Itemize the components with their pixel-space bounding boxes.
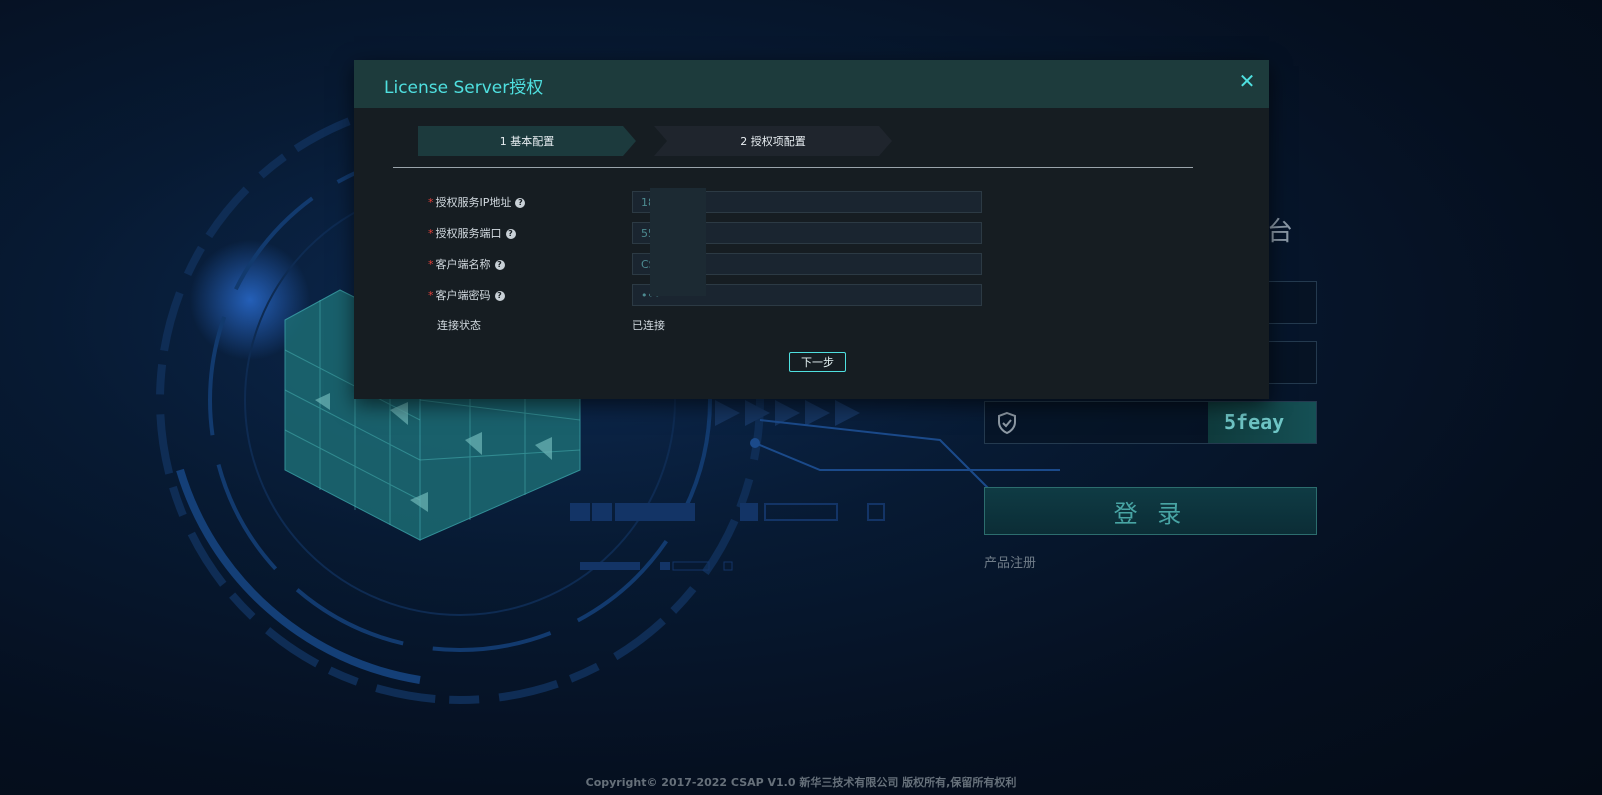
step-basic-config[interactable]: 1 基本配置 xyxy=(418,126,636,156)
login-button[interactable]: 登 录 xyxy=(984,487,1317,535)
close-icon[interactable]: ✕ xyxy=(1237,72,1257,92)
question-circle-icon[interactable]: ? xyxy=(494,291,505,301)
copyright-text: Copyright© 2017-2022 CSAP V1.0 新华三技术有限公司… xyxy=(585,776,1017,789)
client-name-label: * 客户端名称? xyxy=(428,256,505,272)
form-row-client-password: * 客户端密码? xyxy=(354,284,1269,308)
connection-status-label: 连接状态 xyxy=(437,319,481,332)
form-row-port: * 授权服务端口? xyxy=(354,222,1269,246)
step-license-item-config[interactable]: 2 授权项配置 xyxy=(654,126,892,156)
step-indicator: 1 基本配置 2 授权项配置 xyxy=(418,126,1218,156)
next-step-button[interactable]: 下一步 xyxy=(789,352,846,372)
form-row-client-name: * 客户端名称? xyxy=(354,253,1269,277)
steps-divider xyxy=(393,167,1193,168)
login-title: 台 xyxy=(1267,217,1294,247)
form-row-status: 连接状态 已连接 xyxy=(354,314,1269,338)
product-register-link[interactable]: 产品注册 xyxy=(984,552,1036,571)
question-circle-icon[interactable]: ? xyxy=(505,229,516,239)
client-password-label: * 客户端密码? xyxy=(428,287,505,303)
captcha-field[interactable]: 5feay xyxy=(984,401,1317,444)
form-row-ip: * 授权服务IP地址? xyxy=(354,191,1269,215)
dialog-header: License Server授权 ✕ xyxy=(354,60,1269,108)
question-circle-icon[interactable]: ? xyxy=(494,260,505,270)
port-label: * 授权服务端口? xyxy=(428,225,516,241)
ip-address-label: * 授权服务IP地址? xyxy=(428,194,526,210)
captcha-text: 5feay xyxy=(1224,410,1285,434)
redaction-mask xyxy=(650,188,706,296)
license-server-dialog: License Server授权 ✕ 1 基本配置 2 授权项配置 * 授权服务I… xyxy=(354,60,1269,399)
dialog-title: License Server授权 xyxy=(384,78,544,98)
connection-status-value: 已连接 xyxy=(632,319,665,332)
captcha-image[interactable]: 5feay xyxy=(1208,402,1316,443)
question-circle-icon[interactable]: ? xyxy=(515,198,526,208)
shield-check-icon xyxy=(998,411,1016,435)
